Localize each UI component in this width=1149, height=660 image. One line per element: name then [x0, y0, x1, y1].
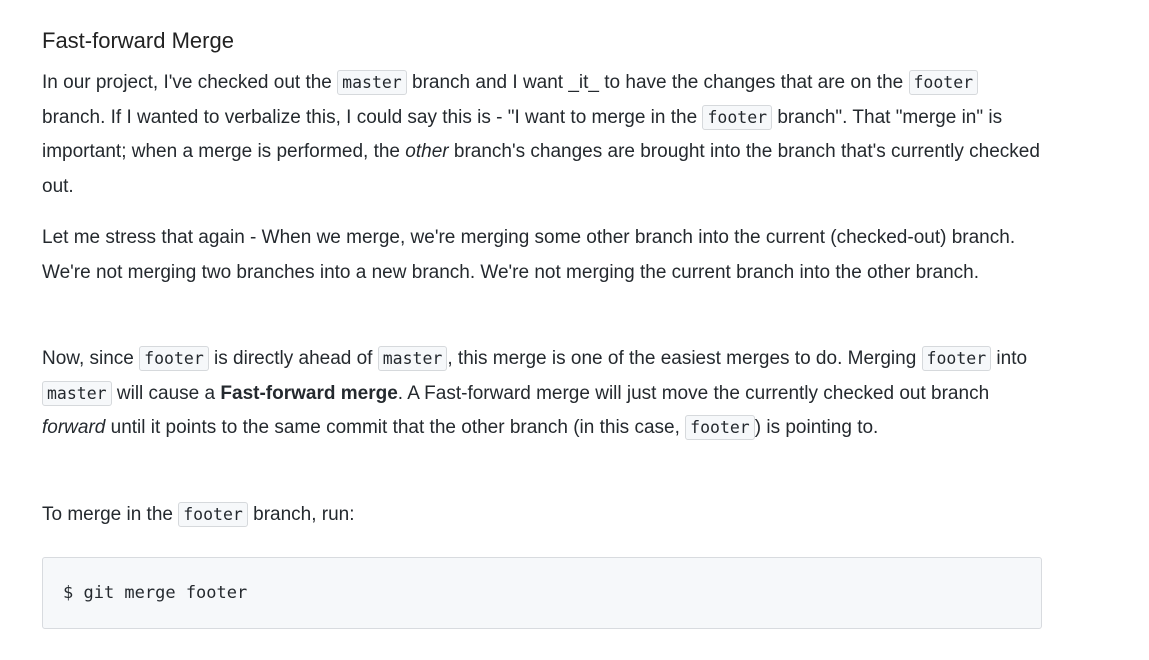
- text: branch and I want _it_ to have the chang…: [406, 72, 909, 93]
- text: In our project, I've checked out the: [42, 72, 338, 93]
- inline-code-footer: footer: [702, 104, 773, 130]
- text: To merge in the: [42, 504, 179, 525]
- inline-code-master: master: [42, 380, 112, 406]
- text: Now, since: [42, 348, 140, 369]
- text: will cause a: [111, 382, 221, 404]
- emphasis-forward: forward: [42, 417, 106, 438]
- inline-code-footer: footer: [139, 346, 209, 371]
- inline-code-footer: footer: [921, 346, 992, 371]
- paragraph-3: Now, since footer is directly ahead of m…: [42, 342, 1042, 446]
- code-command[interactable]: $ git merge footer: [63, 581, 247, 605]
- code-block[interactable]: $ git merge footer: [42, 557, 1042, 629]
- inline-code-footer: footer: [178, 502, 248, 527]
- inline-code-master: master: [337, 70, 407, 95]
- paragraph-2: Let me stress that again - When we merge…: [42, 227, 1016, 283]
- emphasis-other: other: [405, 141, 449, 162]
- inline-code-master: master: [377, 346, 448, 371]
- paragraph-1: In our project, I've checked out the mas…: [42, 66, 1042, 204]
- section-heading: Fast-forward Merge: [42, 28, 234, 53]
- text: branch, run:: [247, 504, 355, 525]
- text: . A Fast-forward merge will just move th…: [397, 382, 990, 404]
- text: into: [991, 348, 1028, 369]
- inline-code-footer: footer: [908, 70, 979, 95]
- text: until it points to the same commit that …: [105, 417, 686, 438]
- text: , this merge is one of the easiest merge…: [447, 348, 922, 369]
- text: is directly ahead of: [208, 348, 378, 369]
- text: ) is pointing to.: [754, 417, 879, 438]
- strong-fast-forward-merge: Fast-forward merge: [220, 382, 398, 404]
- paragraph-4: To merge in the footer branch, run:: [42, 498, 1042, 533]
- inline-code-footer: footer: [685, 415, 755, 440]
- text: branch. If I wanted to verbalize this, I…: [42, 106, 703, 128]
